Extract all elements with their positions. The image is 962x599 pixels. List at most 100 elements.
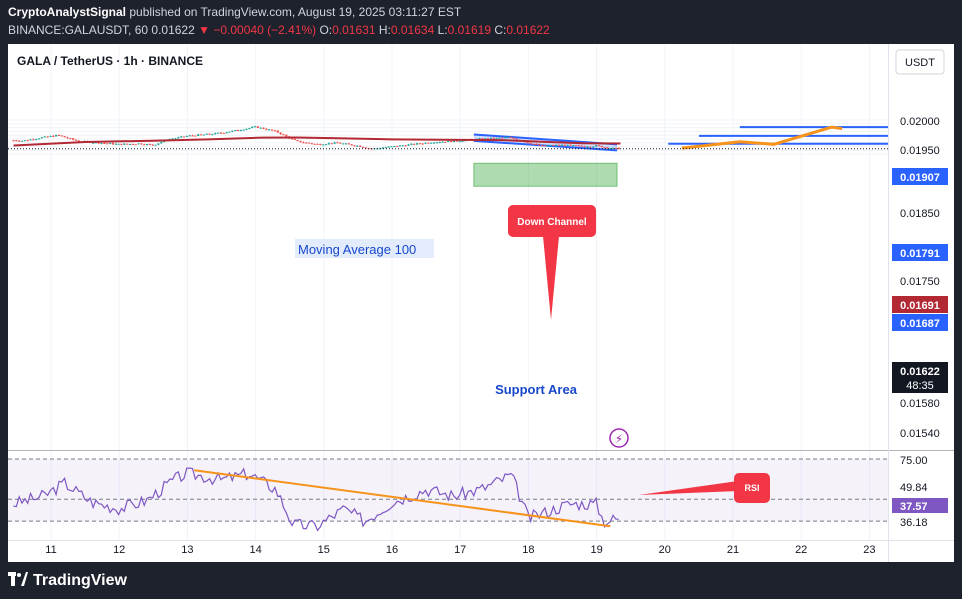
price-change: −0.00040 (−2.41%) [213, 23, 317, 37]
candle-body [290, 138, 294, 140]
currency-label: USDT [905, 57, 935, 69]
candle-body [117, 143, 120, 145]
candle-body [543, 145, 546, 147]
candle-body [506, 137, 510, 139]
candle-body [492, 137, 495, 139]
candle-body [606, 147, 609, 149]
projection-path [681, 125, 843, 150]
alert-icon[interactable]: ⚡ [609, 428, 629, 448]
candle-body [52, 135, 55, 137]
countdown-label: 48:35 [906, 380, 934, 392]
candle-body [435, 142, 438, 144]
candle-body [447, 140, 450, 143]
candle-body [424, 142, 427, 144]
candle-body [333, 142, 336, 144]
candle-body [535, 143, 538, 145]
price-scale[interactable]: 0.02000 0.01950 0.01907 0.01850 0.01791 … [892, 116, 948, 440]
candle-body [552, 145, 555, 147]
candle-body [427, 142, 430, 144]
candle-body [569, 144, 572, 146]
candle-body [512, 137, 515, 139]
candle-body [495, 137, 498, 139]
chart-panel[interactable]: GALA / TetherUS · 1h · BINANCE USDT Movi… [8, 44, 954, 562]
candle-body [55, 134, 58, 137]
candle-body [350, 144, 353, 146]
candle-body [242, 129, 245, 131]
ohlc-line: BINANCE:GALAUSDT, 60 0.01622 ▼ −0.00040 … [8, 23, 550, 37]
candle-body [324, 144, 328, 146]
time-tick: 20 [659, 544, 671, 556]
rsi-scale[interactable]: 75.00 49.84 37.57 36.18 [892, 455, 948, 529]
time-tick: 23 [863, 544, 875, 556]
candle-body [63, 136, 66, 138]
candle-body [316, 143, 319, 145]
candle-body [444, 141, 447, 143]
rsi-current-label: 37.57 [900, 501, 928, 513]
price-tick: 0.01540 [900, 428, 940, 440]
projection-layer [668, 125, 888, 150]
candle-body [498, 137, 501, 139]
author-name[interactable]: CryptoAnalystSignal [8, 5, 126, 19]
tradingview-logo[interactable]: TradingView [8, 572, 127, 590]
candle-body [583, 146, 586, 148]
candle-body [228, 131, 231, 133]
candle-body [589, 146, 592, 148]
candle-body [285, 134, 288, 137]
candle-body [503, 137, 507, 139]
candle-body [191, 135, 194, 137]
candle-body [319, 144, 322, 146]
candle-body [549, 145, 552, 147]
candle-body [407, 144, 410, 146]
price-tick: 0.02000 [900, 116, 940, 128]
candle-body [398, 145, 402, 147]
price-layer [8, 125, 888, 150]
candle-body [577, 145, 581, 147]
candle-body [66, 137, 69, 139]
chart-header: CryptoAnalystSignal published on Trading… [0, 0, 962, 44]
candle-body [336, 142, 339, 144]
candle-body [91, 142, 95, 144]
candle-body [282, 134, 285, 136]
candle-body [126, 143, 129, 145]
candle-body [603, 147, 606, 149]
candle-body [253, 126, 257, 128]
time-tick: 21 [727, 544, 739, 556]
rsi-callout-text: RSI [744, 483, 759, 493]
time-tick: 18 [522, 544, 534, 556]
candle-body [614, 147, 618, 149]
candle-body [586, 146, 589, 148]
candle-body [342, 143, 345, 145]
rsi-tick: 75.00 [900, 455, 928, 467]
candle-body [430, 142, 433, 144]
candle-body [344, 143, 348, 145]
time-tick: 19 [590, 544, 602, 556]
low-label: L: [437, 23, 448, 37]
chart-canvas[interactable]: GALA / TetherUS · 1h · BINANCE USDT Movi… [8, 44, 954, 562]
candle-body [302, 142, 305, 144]
moving-average-label: Moving Average 100 [295, 239, 434, 258]
candle-body [57, 134, 61, 136]
candle-body [410, 143, 413, 145]
rsi-tick: 36.18 [900, 517, 928, 529]
down-channel-text: Down Channel [517, 217, 587, 228]
candle-body [580, 145, 583, 147]
close-value: 0.01622 [506, 23, 550, 37]
candle-body [120, 143, 123, 145]
candle-body [208, 133, 211, 135]
candle-body [123, 143, 126, 145]
currency-button[interactable]: USDT [895, 49, 945, 75]
candle-body [310, 143, 313, 145]
time-axis[interactable]: 11 12 13 14 15 16 17 18 19 20 21 22 23 [45, 544, 875, 556]
candle-body [128, 143, 132, 145]
candle-body [185, 135, 188, 137]
candle-body [35, 138, 38, 140]
level-label-1791: 0.01791 [900, 248, 940, 260]
candle-body [501, 137, 504, 139]
candle-body [15, 140, 18, 142]
candle-body [137, 143, 140, 145]
price-tick: 0.01850 [900, 208, 940, 220]
candle-body [265, 128, 268, 130]
high-label: H: [378, 23, 391, 37]
candle-body [415, 143, 419, 145]
candle-body [109, 143, 112, 145]
